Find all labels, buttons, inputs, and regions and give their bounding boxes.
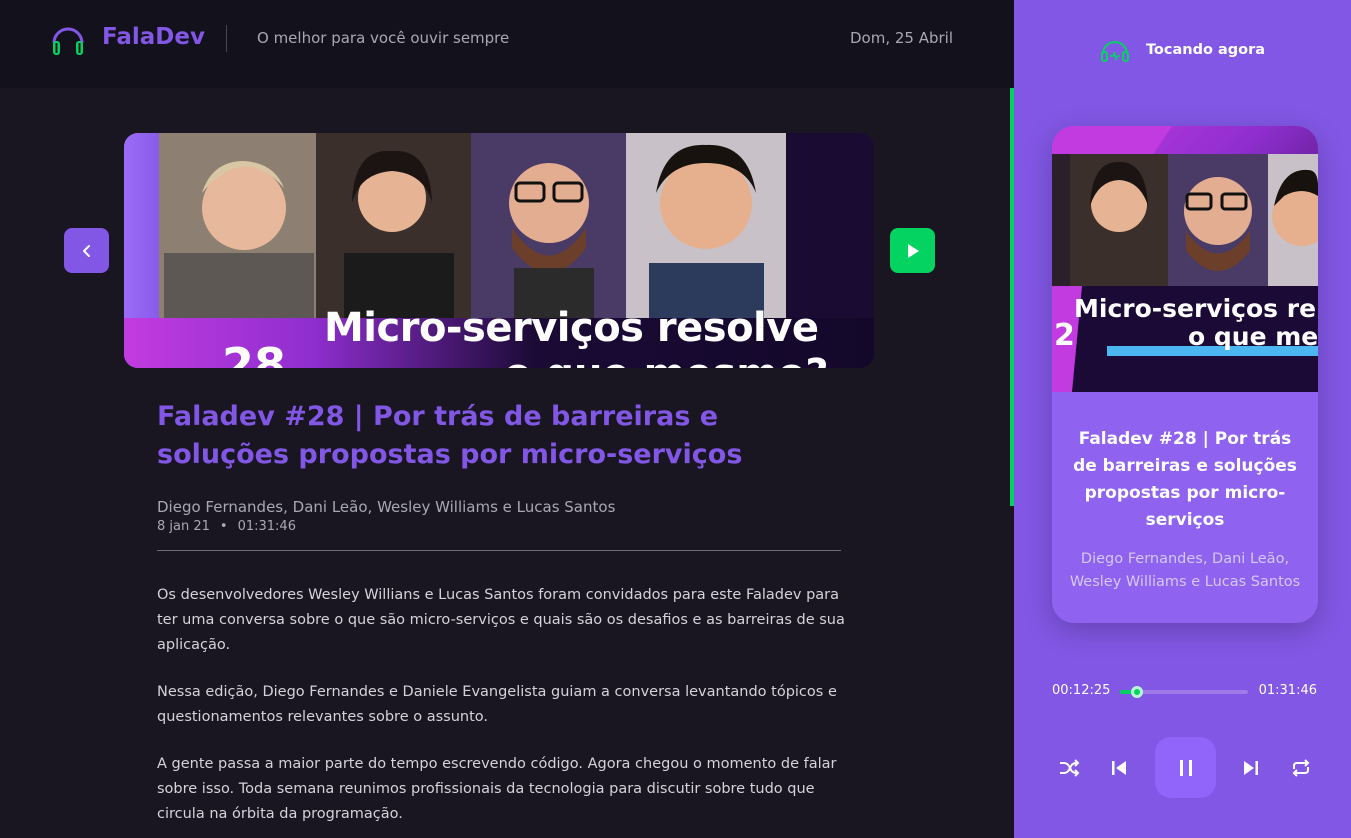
thumbnail-caption: Micro-serviços resolve [324,305,819,351]
thumbnail-caption-2: o que mesmo? [504,351,829,368]
progress-track[interactable] [1120,686,1248,698]
card-caption: Micro-serviços re [1074,294,1317,323]
shuffle-button[interactable] [1057,756,1081,780]
now-playing-card: Micro-serviços re o que me 2 Faladev #28… [1052,126,1318,623]
previous-button[interactable] [1107,756,1131,780]
current-time: 00:12:25 [1052,683,1111,698]
now-playing-members: Diego Fernandes, Dani Leão, Wesley Willi… [1069,551,1301,590]
now-playing-label: Tocando agora [1145,42,1266,58]
card-number: 2 [1054,318,1075,353]
episode-meta: 8 jan 21 • 01:31:46 [157,519,296,534]
headphones-icon [1100,41,1129,62]
card-artwork [1052,126,1318,392]
headphones-icon [52,27,84,55]
tagline: O melhor para você ouvir sempre [257,29,510,47]
card-caption-2: o que me [1188,322,1318,351]
repeat-button[interactable] [1289,756,1313,780]
main-content: FalaDev O melhor para você ouvir sempre … [0,0,1014,838]
now-playing-title: Faladev #28 | Por trás de barreiras e so… [1073,429,1297,530]
logo-text: FalaDev [102,24,205,50]
skip-next-icon [1244,761,1258,775]
progress-handle[interactable] [1131,686,1144,698]
now-playing-header: Tocando agora [1014,38,1351,62]
description-paragraph: Os desenvolvedores Wesley Willians e Luc… [157,587,845,653]
thumbnail-number: 28 [222,338,287,368]
repeat-icon [1292,759,1310,777]
play-icon [907,243,919,258]
episode-title: Faladev #28 | Por trás de barreiras e so… [157,401,743,470]
current-date: Dom, 25 Abril [849,29,953,47]
pause-button[interactable] [1155,737,1216,798]
episode-duration: 01:31:46 [237,519,296,534]
chevron-left-icon [82,244,90,257]
pause-icon [1179,759,1192,776]
skip-previous-icon [1112,761,1126,775]
back-button[interactable] [64,228,109,273]
episode-description: Os desenvolvedores Wesley Willians e Luc… [157,583,847,838]
player-controls [1014,737,1351,799]
play-episode-button[interactable] [890,228,935,273]
description-paragraph: Nessa edição, Diego Fernandes e Daniele … [157,684,837,725]
now-playing-thumbnail: Micro-serviços re o que me 2 [1052,126,1318,392]
meta-separator: • [219,519,228,534]
next-button[interactable] [1239,756,1263,780]
header-divider [226,25,227,52]
total-time: 01:31:46 [1258,683,1317,698]
published-date: 8 jan 21 [157,519,210,534]
episode-members: Diego Fernandes, Dani Leão, Wesley Willi… [157,498,616,516]
player-panel: Tocando agora Micro-serviços re o que me… [1014,0,1351,838]
episode-thumbnail: Micro-serviços resolve o que mesmo? 28 [124,133,874,368]
shuffle-icon [1060,759,1080,777]
header: FalaDev O melhor para você ouvir sempre … [0,0,1014,88]
progress-bar: 00:12:25 01:31:46 [1052,682,1317,702]
description-paragraph: A gente passa a maior parte do tempo esc… [157,756,837,822]
divider [157,550,841,551]
